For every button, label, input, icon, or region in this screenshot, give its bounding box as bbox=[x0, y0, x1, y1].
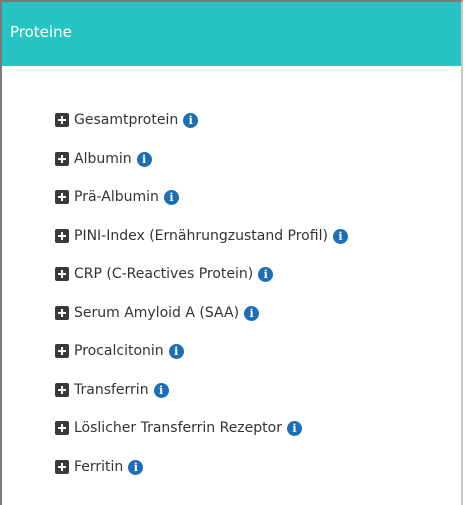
plus-square-icon[interactable] bbox=[55, 267, 69, 281]
proteine-panel: Proteine Gesamtprotein i Albumin i Prä-A… bbox=[0, 0, 463, 505]
tree-item-label[interactable]: CRP (C-Reactives Protein) bbox=[74, 266, 253, 282]
panel-header[interactable]: Proteine bbox=[2, 2, 461, 66]
tree-item-label[interactable]: Ferritin bbox=[74, 459, 123, 475]
tree-item-prae-albumin[interactable]: Prä-Albumin i bbox=[55, 187, 179, 207]
tree-item-gesamtprotein[interactable]: Gesamtprotein i bbox=[55, 110, 199, 130]
tree-item-albumin[interactable]: Albumin i bbox=[55, 149, 152, 169]
plus-square-icon[interactable] bbox=[55, 383, 69, 397]
info-icon[interactable]: i bbox=[168, 343, 184, 359]
info-icon[interactable]: i bbox=[258, 266, 274, 282]
tree-item-crp[interactable]: CRP (C-Reactives Protein) i bbox=[55, 264, 274, 284]
tree-item-label[interactable]: Gesamtprotein bbox=[74, 112, 178, 128]
info-icon[interactable]: i bbox=[183, 112, 199, 128]
plus-square-icon[interactable] bbox=[55, 306, 69, 320]
tree-item-ferritin[interactable]: Ferritin i bbox=[55, 457, 144, 477]
info-icon[interactable]: i bbox=[128, 459, 144, 475]
info-icon[interactable]: i bbox=[136, 151, 152, 167]
panel-title: Proteine bbox=[10, 22, 72, 41]
tree-item-label[interactable]: Albumin bbox=[74, 151, 132, 167]
info-icon[interactable]: i bbox=[153, 382, 169, 398]
tree-item-label[interactable]: Transferrin bbox=[74, 382, 149, 398]
plus-square-icon[interactable] bbox=[55, 344, 69, 358]
info-icon[interactable]: i bbox=[286, 420, 302, 436]
info-icon[interactable]: i bbox=[163, 189, 179, 205]
tree-item-label[interactable]: Löslicher Transferrin Rezeptor bbox=[74, 420, 282, 436]
plus-square-icon[interactable] bbox=[55, 113, 69, 127]
tree-item-pini-index[interactable]: PINI-Index (Ernährungzustand Profil) i bbox=[55, 226, 348, 246]
plus-square-icon[interactable] bbox=[55, 152, 69, 166]
plus-square-icon[interactable] bbox=[55, 190, 69, 204]
tree-item-label[interactable]: PINI-Index (Ernährungzustand Profil) bbox=[74, 228, 328, 244]
tree-item-transferrin[interactable]: Transferrin i bbox=[55, 380, 169, 400]
info-icon[interactable]: i bbox=[332, 228, 348, 244]
plus-square-icon[interactable] bbox=[55, 421, 69, 435]
tree-item-label[interactable]: Prä-Albumin bbox=[74, 189, 159, 205]
tree-item-saa[interactable]: Serum Amyloid A (SAA) i bbox=[55, 303, 260, 323]
tree-item-loeslicher-transferrin-rezeptor[interactable]: Löslicher Transferrin Rezeptor i bbox=[55, 418, 302, 438]
tree-item-label[interactable]: Procalcitonin bbox=[74, 343, 164, 359]
tree-item-procalcitonin[interactable]: Procalcitonin i bbox=[55, 341, 184, 361]
plus-square-icon[interactable] bbox=[55, 460, 69, 474]
info-icon[interactable]: i bbox=[244, 305, 260, 321]
plus-square-icon[interactable] bbox=[55, 229, 69, 243]
tree-item-label[interactable]: Serum Amyloid A (SAA) bbox=[74, 305, 239, 321]
